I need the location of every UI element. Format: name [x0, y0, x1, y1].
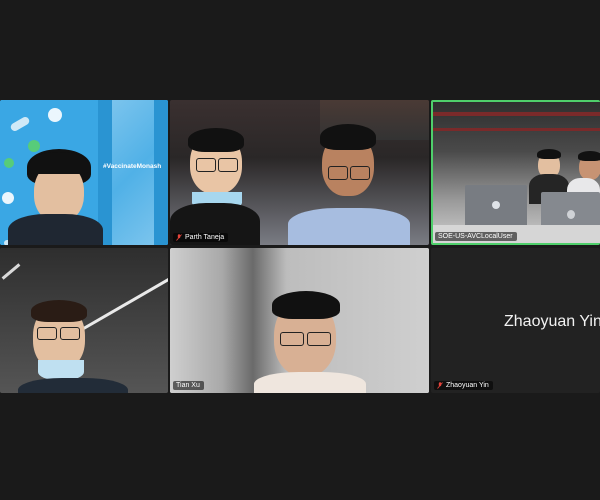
video-tile-4[interactable] — [0, 248, 168, 393]
video-tile-3[interactable]: SOE-US-AVCLocalUser — [431, 100, 600, 245]
muted-mic-icon — [176, 234, 182, 241]
participant-name: Parth Taneja — [185, 234, 225, 241]
laptop — [465, 185, 527, 227]
muted-mic-icon — [437, 382, 443, 389]
participant-name-label: Parth Taneja — [173, 233, 229, 242]
video-tile-1[interactable]: #VaccinateMonash — [0, 100, 168, 245]
participant-name-label: Zhaoyuan Yin — [434, 381, 493, 390]
participant-name-label: SOE-US-AVCLocalUser — [435, 232, 517, 241]
video-tile-6[interactable]: Zhaoyuan Yin Zhaoyuan Yin — [431, 248, 600, 393]
ceiling-beams — [433, 112, 600, 116]
virus-icon — [28, 140, 40, 152]
video-tile-2[interactable]: Parth Taneja — [170, 100, 429, 245]
monash-m-logo — [112, 100, 154, 245]
participant-name: Zhaoyuan Yin — [446, 382, 489, 389]
participant-display-name: Zhaoyuan Yin — [504, 313, 600, 330]
laptop-logo-icon — [492, 201, 500, 209]
apple-logo-icon — [567, 210, 575, 219]
vaccinate-monash-banner: #VaccinateMonash — [103, 163, 162, 170]
virus-icon — [4, 158, 14, 168]
room-background — [0, 248, 168, 393]
bandage-icon — [9, 115, 31, 133]
participant-name: Tian Xu — [176, 382, 200, 389]
smiley-icon — [2, 192, 14, 204]
video-tile-5[interactable]: Tian Xu — [170, 248, 429, 393]
ceiling-beams — [433, 128, 600, 131]
smiley-icon — [48, 108, 62, 122]
participant-name: SOE-US-AVCLocalUser — [438, 233, 513, 240]
participant-name-label: Tian Xu — [173, 381, 204, 390]
face-mask — [38, 360, 84, 380]
